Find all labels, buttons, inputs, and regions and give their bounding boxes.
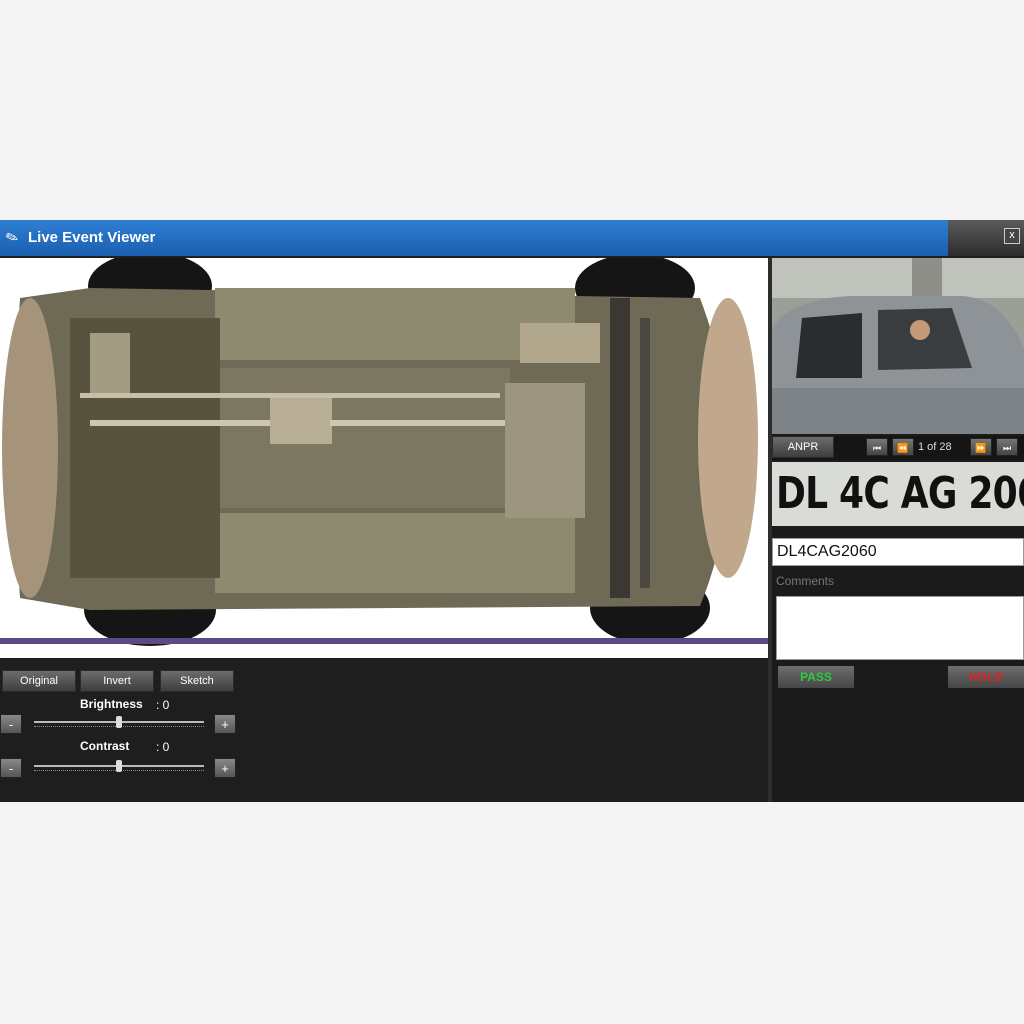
close-button[interactable]: x bbox=[1004, 228, 1020, 244]
anpr-toolbar: ANPR ⏮ ⏪ 1 of 28 ⏩ ⏭ bbox=[772, 436, 1024, 460]
undervehicle-image bbox=[0, 258, 768, 658]
contrast-slider-thumb[interactable] bbox=[116, 760, 122, 772]
comments-label: Comments bbox=[776, 574, 835, 588]
car-underside-illustration bbox=[0, 258, 768, 658]
contrast-value: : 0 bbox=[156, 740, 170, 754]
next-page-icon[interactable]: ⏩ bbox=[970, 438, 992, 456]
anpr-side-panel: ANPR ⏮ ⏪ 1 of 28 ⏩ ⏭ DL 4C AG 2060 DL4CA… bbox=[772, 258, 1024, 802]
original-button[interactable]: Original bbox=[2, 670, 76, 692]
sketch-button[interactable]: Sketch bbox=[160, 670, 234, 692]
brightness-label: Brightness bbox=[80, 697, 143, 711]
contrast-increase-button[interactable]: + bbox=[214, 758, 236, 778]
plate-number-field[interactable]: DL4CAG2060 bbox=[772, 538, 1024, 566]
license-plate-image-text: DL 4C AG 2060 bbox=[776, 468, 1024, 519]
last-page-icon[interactable]: ⏭ bbox=[996, 438, 1018, 456]
previous-page-icon[interactable]: ⏪ bbox=[892, 438, 914, 456]
hold-button[interactable]: HOLD bbox=[948, 666, 1024, 688]
vehicle-side-illustration bbox=[772, 258, 1024, 434]
comments-textarea[interactable] bbox=[776, 596, 1024, 660]
brightness-slider-thumb[interactable] bbox=[116, 716, 122, 728]
live-event-viewer-window: ✎ Live Event Viewer x Original Invert Sk… bbox=[0, 220, 1024, 802]
page-indicator: 1 of 28 bbox=[918, 441, 952, 453]
first-page-icon[interactable]: ⏮ bbox=[866, 438, 888, 456]
license-plate-image: DL 4C AG 2060 bbox=[772, 462, 1024, 526]
contrast-label: Contrast bbox=[80, 739, 130, 753]
window-title: Live Event Viewer bbox=[28, 229, 156, 246]
contrast-decrease-button[interactable]: - bbox=[0, 758, 22, 778]
brightness-value: : 0 bbox=[156, 698, 170, 712]
pass-button[interactable]: PASS bbox=[778, 666, 854, 688]
anpr-button[interactable]: ANPR bbox=[772, 436, 834, 458]
title-bar-controls: x bbox=[948, 220, 1024, 256]
vehicle-photo bbox=[772, 258, 1024, 434]
invert-button[interactable]: Invert bbox=[80, 670, 154, 692]
app-icon: ✎ bbox=[3, 227, 22, 249]
title-bar: ✎ Live Event Viewer x bbox=[0, 220, 1024, 256]
brightness-increase-button[interactable]: + bbox=[214, 714, 236, 734]
image-controls-panel: Original Invert Sketch Brightness : 0 - … bbox=[0, 662, 768, 802]
brightness-decrease-button[interactable]: - bbox=[0, 714, 22, 734]
